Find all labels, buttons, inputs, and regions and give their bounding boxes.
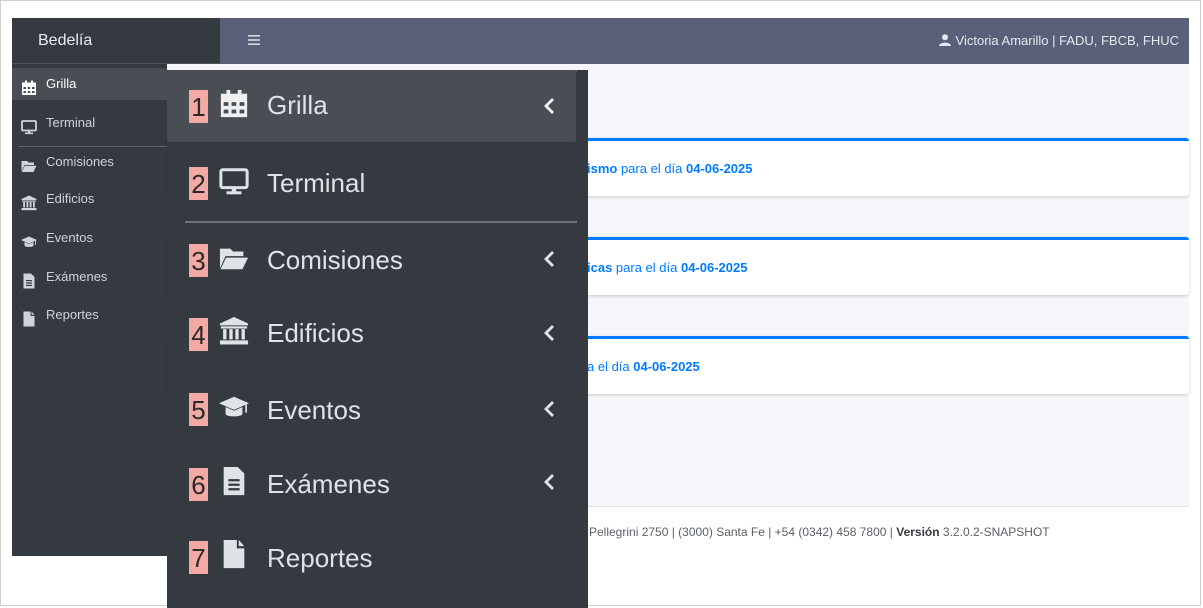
user-icon	[938, 19, 951, 65]
item-number-badge: 6	[189, 468, 208, 501]
zoom-item-edificios[interactable]: 4 Edificios	[167, 297, 588, 369]
zoom-item-eventos[interactable]: 5 Eventos	[167, 373, 588, 445]
sidebar-item-examenes[interactable]: Exámenes	[12, 261, 167, 293]
folder-open-icon	[219, 243, 249, 273]
card-text: para el día	[617, 161, 686, 176]
brand-logo[interactable]: Bedelía	[12, 18, 220, 64]
footer-version: 3.2.0.2-SNAPSHOT	[939, 525, 1050, 539]
university-icon	[219, 316, 249, 346]
sidebar-item-label: Comisiones	[46, 154, 114, 169]
chevron-left-icon	[543, 400, 555, 418]
item-number-badge: 2	[189, 167, 208, 200]
card-link[interactable]: icas	[587, 260, 612, 275]
zoom-item-label: Terminal	[267, 168, 366, 198]
card-date: 04-06-2025	[633, 359, 700, 374]
zoom-item-label: Edificios	[267, 318, 364, 348]
sidebar-item-label: Eventos	[46, 230, 93, 245]
hamburger-icon[interactable]	[248, 30, 260, 50]
card-text: a el día	[587, 359, 634, 374]
file-text-icon	[219, 466, 249, 496]
card-link[interactable]: ismo	[587, 161, 617, 176]
zoomed-menu: 1 Grilla 2 Terminal 3 Comisiones 4 Edifi…	[167, 70, 588, 608]
item-number-badge: 5	[189, 393, 208, 426]
sidebar-item-label: Grilla	[46, 76, 77, 91]
chevron-left-icon	[543, 473, 555, 491]
sidebar-item-grilla[interactable]: Grilla	[12, 68, 167, 100]
zoom-item-label: Exámenes	[267, 469, 390, 499]
zoom-item-label: Eventos	[267, 395, 361, 425]
zoom-item-comisiones[interactable]: 3 Comisiones	[167, 224, 588, 296]
menu-divider	[185, 221, 577, 223]
card-date: 04-06-2025	[686, 161, 753, 176]
top-navbar: Victoria Amarillo | FADU, FBCB, FHUC	[220, 18, 1189, 64]
sidebar-item-eventos[interactable]: Eventos	[12, 222, 167, 254]
sidebar-item-edificios[interactable]: Edificios	[12, 183, 167, 215]
zoom-item-examenes[interactable]: 6 Exámenes	[167, 448, 588, 520]
item-number-badge: 1	[189, 90, 208, 123]
zoom-item-label: Comisiones	[267, 245, 403, 275]
footer-address: Pellegrini 2750 | (3000) Santa Fe | +54 …	[589, 525, 897, 539]
footer-version-label: Versión	[896, 525, 940, 539]
university-icon	[21, 191, 37, 211]
zoom-item-label: Reportes	[267, 543, 373, 573]
desktop-icon	[21, 115, 37, 135]
brand-name: Bedelía	[38, 32, 93, 49]
user-menu[interactable]: Victoria Amarillo | FADU, FBCB, FHUC	[938, 18, 1179, 65]
item-number-badge: 4	[189, 318, 208, 351]
graduation-cap-icon	[21, 230, 37, 247]
item-number-badge: 3	[189, 244, 208, 277]
sidebar: Grilla Terminal Comisiones Edificios Eve…	[12, 64, 167, 556]
sidebar-item-label: Edificios	[46, 191, 95, 206]
sidebar-item-comisiones[interactable]: Comisiones	[12, 146, 167, 178]
sidebar-item-terminal[interactable]: Terminal	[12, 107, 167, 139]
sidebar-item-label: Exámenes	[46, 269, 108, 284]
item-number-badge: 7	[189, 541, 208, 574]
chevron-left-icon	[543, 97, 555, 115]
file-icon	[219, 539, 249, 569]
zoom-item-label: Grilla	[267, 90, 328, 120]
sidebar-item-label: Terminal	[46, 115, 96, 130]
sidebar-item-reportes[interactable]: Reportes	[12, 299, 167, 331]
chevron-left-icon	[543, 324, 555, 342]
card-text: para el día	[612, 260, 681, 275]
zoom-item-reportes[interactable]: 7 Reportes	[167, 521, 588, 593]
card-date: 04-06-2025	[680, 260, 748, 275]
sidebar-item-label: Reportes	[46, 307, 99, 322]
desktop-icon	[219, 166, 249, 196]
calendar-icon	[219, 89, 249, 119]
zoom-item-grilla[interactable]: 1 Grilla	[167, 70, 576, 142]
chevron-left-icon	[543, 250, 555, 268]
zoom-item-terminal[interactable]: 2 Terminal	[167, 146, 588, 218]
folder-open-icon	[21, 154, 37, 172]
file-icon	[21, 307, 37, 327]
calendar-icon	[21, 76, 37, 95]
user-name: Victoria Amarillo | FADU, FBCB, FHUC	[955, 33, 1179, 48]
file-text-icon	[21, 269, 37, 289]
graduation-cap-icon	[219, 392, 249, 422]
